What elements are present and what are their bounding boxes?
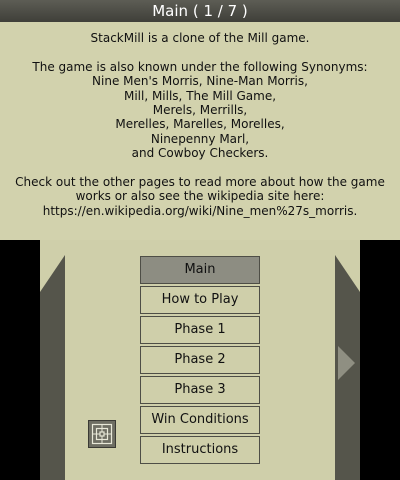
mill-board-icon[interactable] — [88, 420, 116, 448]
menu-item-main[interactable]: Main — [140, 256, 260, 284]
menu-item-phase-2[interactable]: Phase 2 — [140, 346, 260, 374]
menu-item-instructions[interactable]: Instructions — [140, 436, 260, 464]
wikipedia-link: https://en.wikipedia.org/wiki/Nine_men%2… — [42, 203, 358, 218]
synonyms-line: Merelles, Marelles, Morelles, — [115, 117, 285, 132]
menu-item-phase-3[interactable]: Phase 3 — [140, 376, 260, 404]
previous-page-button[interactable] — [40, 255, 65, 480]
bottom-screen: Main How to Play Phase 1 Phase 2 Phase 3… — [0, 240, 400, 480]
page-title: Main — [152, 2, 189, 20]
left-border — [0, 240, 40, 480]
more-info-line: Check out the other pages to read more a… — [15, 175, 385, 190]
synonyms-line: Ninepenny Marl, — [150, 131, 250, 146]
page-counter: ( 1 / 7 ) — [192, 2, 248, 20]
menu-item-phase-1[interactable]: Phase 1 — [140, 316, 260, 344]
page-menu: Main How to Play Phase 1 Phase 2 Phase 3… — [140, 256, 260, 466]
right-arrow-icon[interactable] — [338, 346, 355, 380]
menu-item-how-to-play[interactable]: How to Play — [140, 286, 260, 314]
synonyms-line: Merels, Merrills, — [152, 103, 248, 118]
mill-board-graphic — [91, 423, 113, 445]
synonyms-line: and Cowboy Checkers. — [131, 146, 269, 161]
right-border — [360, 240, 400, 480]
more-info-line: works or also see the wikipedia site her… — [75, 189, 325, 204]
intro-line: StackMill is a clone of the Mill game. — [90, 31, 310, 45]
synonyms-line: The game is also known under the followi… — [32, 59, 368, 74]
synonyms-line: Mill, Mills, The Mill Game, — [123, 88, 277, 103]
title-bar: Main ( 1 / 7 ) — [0, 0, 400, 22]
synonyms-line: Nine Men's Morris, Nine-Man Morris, — [92, 74, 308, 89]
top-screen: Main ( 1 / 7 ) StackMill is a clone of t… — [0, 0, 400, 240]
description-text: StackMill is a clone of the Mill game. T… — [4, 31, 396, 218]
menu-item-win-conditions[interactable]: Win Conditions — [140, 406, 260, 434]
